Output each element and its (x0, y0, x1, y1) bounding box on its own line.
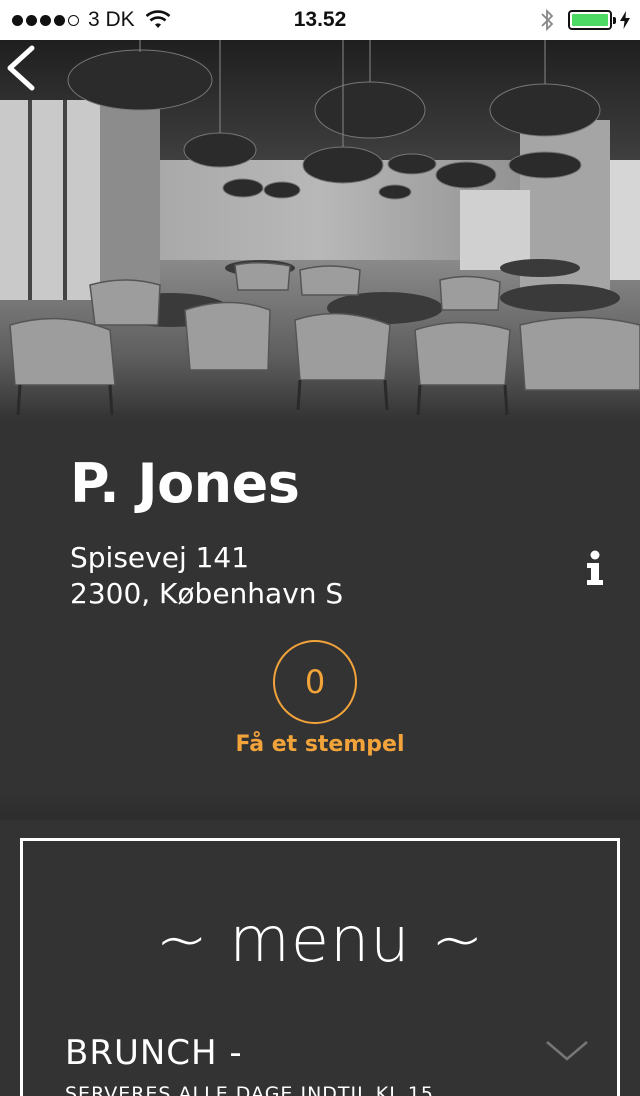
venue-address: Spisevej 141 2300, København S (70, 540, 343, 612)
restaurant-interior-image (0, 40, 640, 420)
screen: 3 DK 13.52 P. Jones Spisevej 141 2300, K… (0, 0, 640, 1096)
menu-title: ~ menu ~ (155, 903, 485, 976)
get-stamp-button[interactable]: Få et stempel (0, 732, 640, 757)
status-right (540, 7, 630, 33)
stamp-counter[interactable]: 0 (273, 640, 357, 724)
battery-icon (568, 10, 616, 30)
chevron-down-icon[interactable] (545, 1039, 589, 1063)
address-line-2: 2300, København S (70, 577, 344, 610)
venue-name: P. Jones (70, 452, 300, 515)
info-icon[interactable] (584, 550, 606, 586)
menu-section-title[interactable]: BRUNCH - (65, 1033, 243, 1073)
section-divider (0, 790, 640, 820)
address-line-1: Spisevej 141 (70, 541, 250, 574)
battery-fill (572, 14, 608, 26)
menu-section-subtitle: SERVERES ALLE DAGE INDTIL KL 15 (65, 1083, 435, 1096)
restaurant-photo (0, 40, 640, 420)
chevron-left-icon[interactable] (0, 40, 44, 96)
status-bar: 3 DK 13.52 (0, 0, 640, 40)
bluetooth-icon (541, 8, 554, 32)
menu-card: ~ menu ~ BRUNCH - SERVERES ALLE DAGE IND… (20, 838, 620, 1096)
charging-icon (620, 11, 630, 29)
